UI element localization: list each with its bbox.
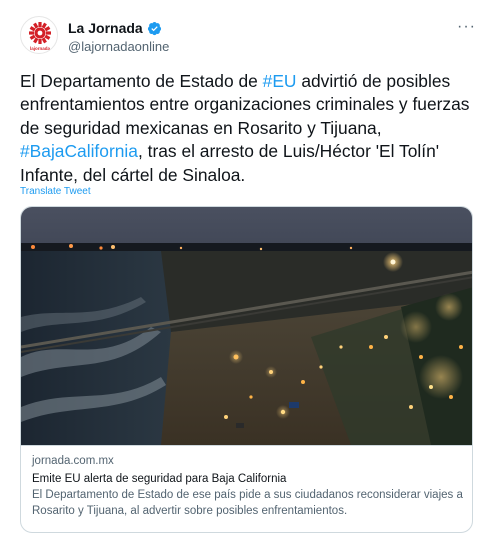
translate-tweet-link[interactable]: Translate Tweet [20,186,91,197]
verified-badge-icon [147,21,161,35]
card-info: jornada.com.mx Emite EU alerta de seguri… [21,445,472,532]
hashtag-link-eu[interactable]: #EU [263,71,297,91]
tweet-text-segment: El Departamento de Estado de [20,71,263,91]
avatar-caption: lajornada [30,46,51,51]
display-name[interactable]: La Jornada [68,20,143,36]
card-domain: jornada.com.mx [32,455,114,467]
more-options-icon[interactable]: ··· [457,18,476,36]
la-jornada-logo: lajornada [29,22,51,51]
card-title[interactable]: Emite EU alerta de seguridad para Baja C… [32,471,463,487]
tweet-header: lajornada La Jornada @lajornadaonline ··… [20,14,476,62]
name-row: La Jornada [68,20,162,36]
card-description: El Departamento de Estado de ese país pi… [32,489,463,517]
account-handle[interactable]: @lajornadaonline [68,39,169,54]
card-image[interactable] [21,207,473,445]
hashtag-link-bajacalifornia[interactable]: #BajaCalifornia [20,141,138,161]
link-card[interactable]: jornada.com.mx Emite EU alerta de seguri… [20,206,473,533]
tweet-text: El Departamento de Estado de #EU advirti… [20,70,478,187]
avatar[interactable]: lajornada [20,16,58,54]
